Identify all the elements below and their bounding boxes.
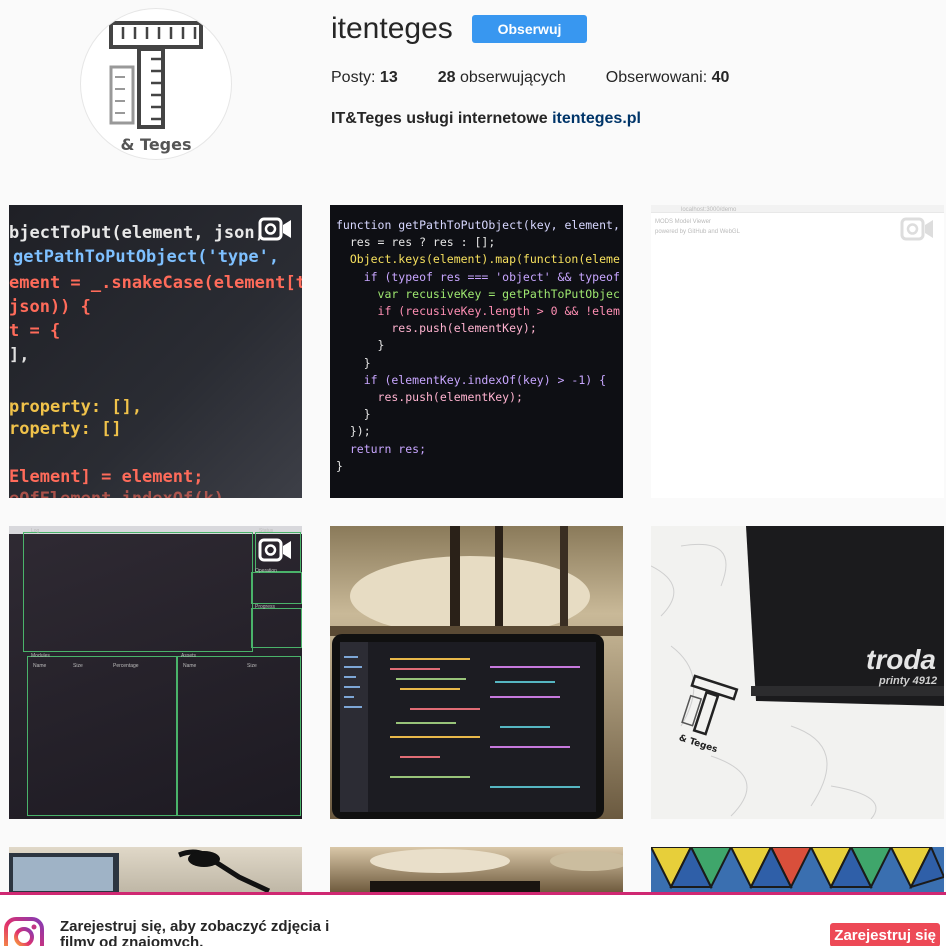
column-header: Name [183,663,197,669]
code-line: } [336,458,343,473]
post-tile-2[interactable]: function getPathToPutObject(key, element… [330,205,623,498]
post-tile-1[interactable]: bjectToPut(element, json, getPathToPutOb… [9,205,302,498]
post-tile-7[interactable] [9,847,302,892]
code-line: t = { [9,321,61,341]
profile-bio: IT&Teges usługi internetowe itenteges.pl [331,110,641,128]
profile-stats: Posty: 13 28 obserwujących Obserwowani: … [331,69,769,87]
code-line: }); [336,424,371,439]
stamp-brand: troda [866,644,936,675]
followers-stat[interactable]: 28 obserwujących [438,69,566,87]
code-line: json)) { [9,297,91,317]
code-line: property: [], [9,397,143,417]
profile-username: itenteges [331,12,453,45]
code-line: Object.keys(element).map(function(eleme [336,252,620,267]
code-line: if (typeof res === 'object' && typeof [336,269,620,284]
post-tile-8[interactable] [330,847,623,892]
post-tile-5[interactable] [330,526,623,819]
signup-banner: Zarejestruj się, aby zobaczyć zdjęcia i … [0,892,946,946]
assets-panel [177,656,301,816]
code-line: getPathToPutObject('type', [13,247,280,267]
bio-text: IT&Teges usługi internetowe [331,110,548,127]
browser-url: localhost:3000/demo [681,207,737,213]
code-line: ], [9,345,30,365]
profile-page: & Teges itenteges Obserwuj Posty: 13 28 … [0,0,946,946]
code-line: } [336,407,371,422]
code-line: return res; [336,441,427,456]
code-line: res = res ? res : []; [336,235,496,250]
following-count: 40 [711,69,730,86]
code-line: if (recusiveKey.length > 0 && !elem [336,304,620,319]
posts-count: 13 [379,69,398,86]
profile-avatar[interactable]: & Teges [80,8,232,160]
desk-photo [9,849,271,892]
modules-panel [27,656,177,816]
avatar-caption: & Teges [120,135,192,154]
post-tile-6[interactable]: troda printy 4912 & Teges [651,526,944,819]
code-line: if (elementKey.indexOf(key) > -1) { [336,372,607,387]
log-panel [23,532,253,652]
bio-website-link[interactable]: itenteges.pl [552,110,641,127]
stamp-photo: troda printy 4912 & Teges [651,526,944,819]
panel-label: Progress [255,604,276,610]
posts-stat: Posty: 13 [331,69,398,87]
instagram-logo-icon [4,917,44,946]
post-tile-4[interactable]: Log Status Operation Progress Modules Na… [9,526,302,819]
video-icon [258,217,291,241]
panel-label: Log [31,528,40,534]
code-line: res.push(elementKey); [336,390,523,405]
code-line: var recusiveKey = getPathToPutObjec [336,286,620,301]
column-header: Name [33,663,47,669]
laptop-photo [330,526,623,819]
signup-button[interactable]: Zarejestruj się [830,923,940,946]
code-line: } [336,355,371,370]
code-line: res.push(elementKey); [336,321,537,336]
following-label: Obserwowani: [605,69,708,86]
operation-panel [251,572,302,604]
column-header: Percentage [113,663,139,669]
post-tile-9[interactable] [651,847,944,892]
post-tile-3[interactable]: localhost:3000/demo MODS Model Viewer po… [651,205,944,498]
video-icon [900,217,933,241]
progress-panel [251,608,302,648]
column-header: Size [247,663,257,669]
followers-count: 28 [437,69,456,86]
signup-message: Zarejestruj się, aby zobaczyć zdjęcia i … [60,918,330,946]
code-line: } [336,338,385,353]
panel-label: Operation [255,568,277,574]
panel-label: Modules [31,653,50,659]
pattern-photo [651,847,944,892]
following-stat[interactable]: Obserwowani: 40 [606,69,730,87]
followers-label: obserwujących [459,69,566,86]
code-line: bjectToPut(element, json, [9,223,265,243]
stamp-caption: & Teges [677,733,718,755]
page-heading: MODS Model Viewer [655,219,711,225]
column-header: Size [73,663,83,669]
page-subtitle: powered by GitHub and WebGL [655,229,740,235]
video-icon [258,538,291,562]
stamp-model: printy 4912 [878,675,937,687]
code-line: eOfElement.indexOf(k) [9,489,224,498]
panel-label: Assets [181,653,197,659]
posts-label: Posty: [331,69,376,86]
follow-button[interactable]: Obserwuj [472,15,587,43]
panel-label: Status [259,528,274,534]
code-line: function getPathToPutObject(key, element… [336,218,620,232]
code-line: ement = _.snakeCase(element[t [9,273,302,293]
cafe-photo [370,849,623,892]
code-line: Element] = element; [9,467,204,487]
code-line: roperty: [] [9,419,122,439]
